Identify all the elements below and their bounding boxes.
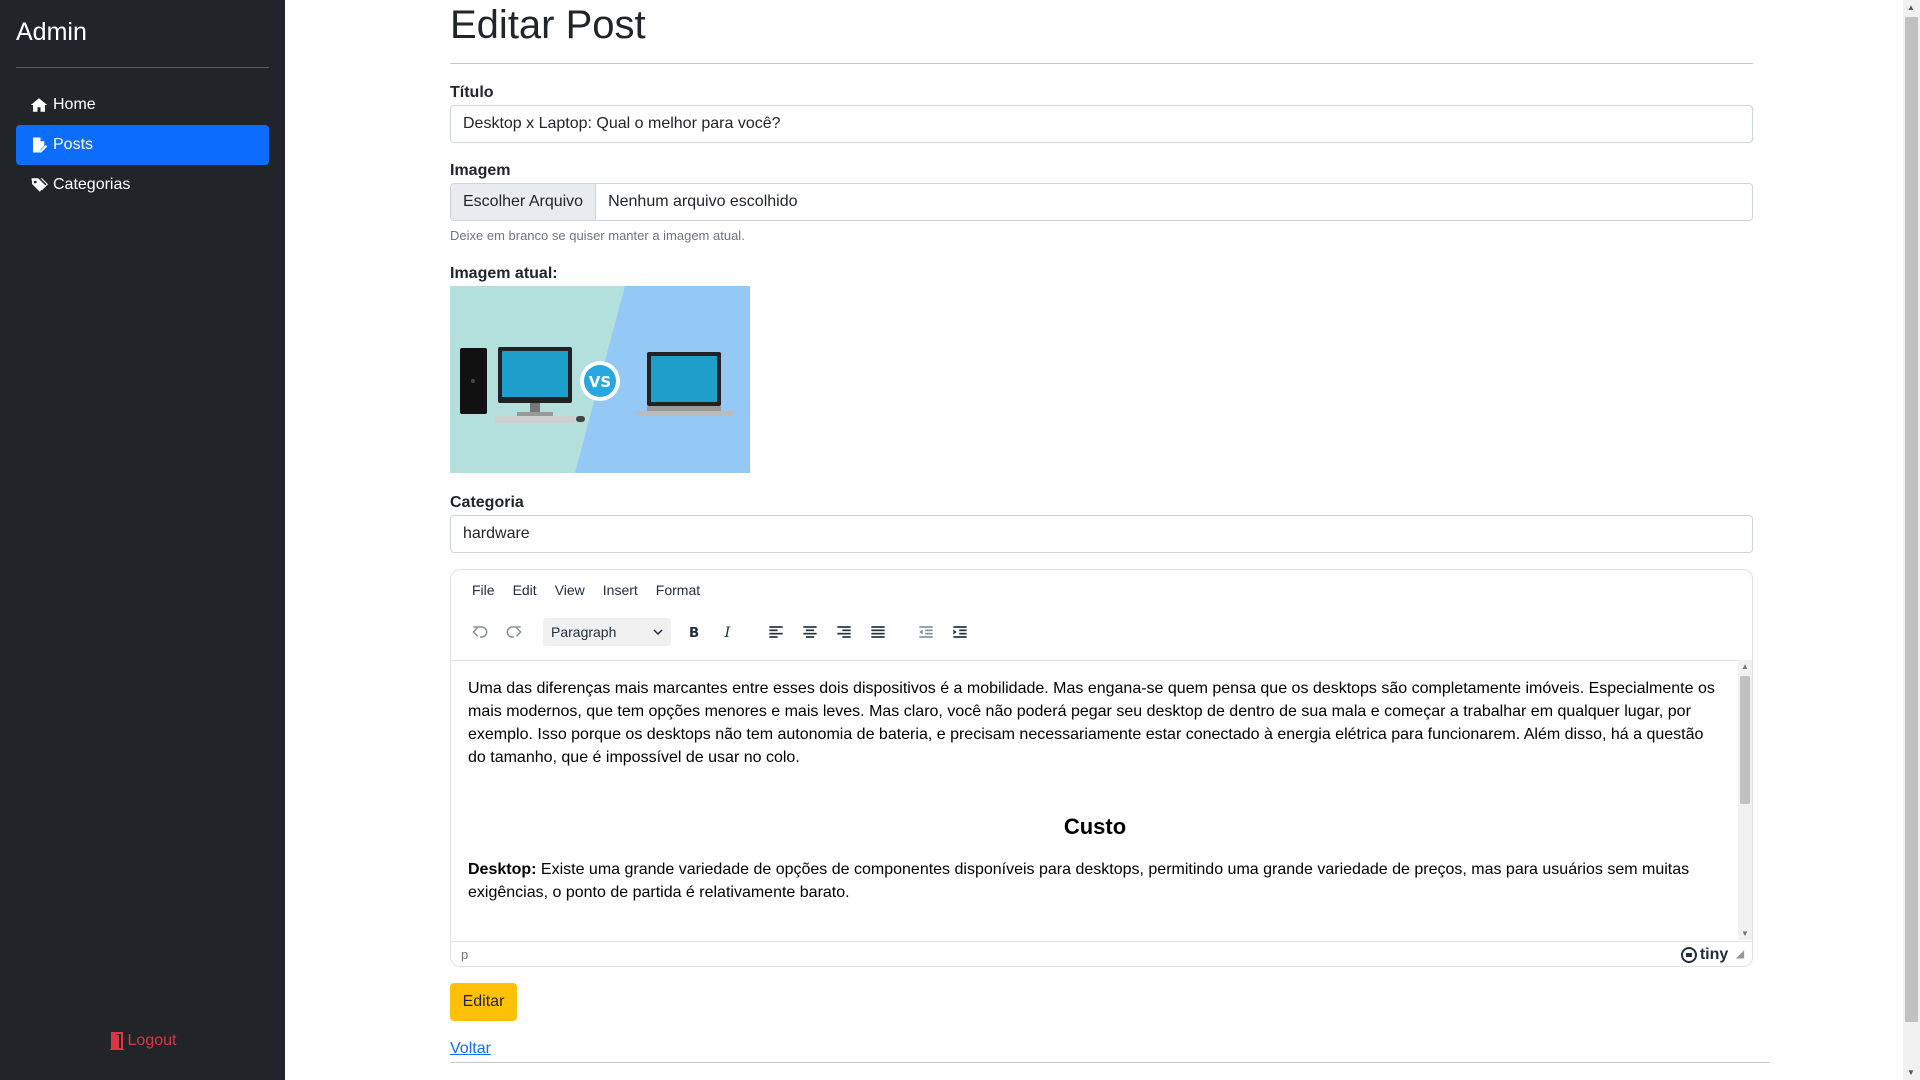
italic-button[interactable]: I: [711, 617, 745, 647]
editor-heading: Custo: [1063, 814, 1127, 839]
sidebar-item-label: Home: [53, 96, 96, 113]
tiny-logo[interactable]: tiny ◢: [1680, 945, 1744, 964]
redo-button[interactable]: [497, 617, 531, 647]
align-left-button[interactable]: [759, 617, 793, 647]
brand-title: Admin: [16, 18, 87, 46]
categoria-label: Categoria: [450, 494, 524, 511]
editor-scroll-thumb[interactable]: [1740, 676, 1750, 804]
page-scroll-down-icon[interactable]: ▼: [1907, 1068, 1915, 1077]
file-edit-icon: [33, 137, 48, 153]
editor-scrollbar[interactable]: ▲ ▼: [1738, 660, 1752, 940]
editor-paragraph: Desktop: Existe uma grande variedade de …: [468, 858, 1722, 904]
sidebar-item-posts[interactable]: Posts: [16, 125, 269, 165]
editor-statusbar: p tiny ◢: [451, 941, 1752, 966]
sidebar-item-label: Categorias: [53, 176, 131, 193]
imagem-atual-label: Imagem atual:: [450, 265, 558, 282]
page-title: Editar Post: [450, 3, 646, 47]
editor-menubar: File Edit View Insert Format: [463, 582, 709, 598]
title-divider: [450, 63, 1753, 64]
align-right-button[interactable]: [827, 617, 861, 647]
categoria-value: hardware: [463, 525, 530, 542]
scroll-down-icon[interactable]: ▼: [1741, 929, 1749, 938]
current-image: VS: [450, 286, 750, 473]
back-link[interactable]: Voltar: [450, 1040, 491, 1058]
align-justify-button[interactable]: [861, 617, 895, 647]
sidebar-item-home[interactable]: Home: [16, 85, 269, 125]
logout-label: Logout: [127, 1032, 177, 1049]
bold-icon: B: [689, 626, 699, 641]
logout-link[interactable]: Logout: [0, 1032, 285, 1050]
bold-button[interactable]: B: [677, 617, 711, 647]
editor-content[interactable]: Uma das diferenças mais marcantes entre …: [451, 660, 1739, 940]
align-right-icon: [837, 626, 851, 638]
outdent-button[interactable]: [909, 617, 943, 647]
menu-file[interactable]: File: [463, 582, 504, 598]
resize-handle-icon[interactable]: ◢: [1736, 949, 1744, 960]
sidebar-item-label: Posts: [53, 136, 94, 153]
titulo-input[interactable]: Desktop x Laptop: Qual o melhor para voc…: [450, 105, 1753, 143]
menu-format[interactable]: Format: [647, 582, 709, 598]
svg-text:I: I: [724, 625, 731, 641]
sidebar-nav: Home Posts Categorias: [16, 85, 269, 205]
outdent-icon: [919, 626, 933, 638]
home-icon: [30, 98, 48, 112]
titulo-value: Desktop x Laptop: Qual o melhor para voc…: [463, 115, 781, 132]
svg-text:B: B: [689, 626, 699, 641]
page-scroll-thumb[interactable]: [1905, 17, 1918, 1022]
bottom-divider: [450, 1062, 1770, 1063]
indent-icon: [953, 626, 967, 638]
undo-button[interactable]: [463, 617, 497, 647]
editor-paragraph: Uma das diferenças mais marcantes entre …: [468, 680, 1715, 766]
editor-toolbar: Paragraph B I: [463, 616, 977, 648]
titulo-label: Título: [450, 84, 494, 101]
paragraph-bold-lead: Desktop:: [468, 861, 537, 878]
imagem-file-input[interactable]: Escolher Arquivo Nenhum arquivo escolhid…: [450, 183, 1753, 221]
menu-edit[interactable]: Edit: [504, 582, 546, 598]
paragraph-text: Existe uma grande variedade de opções de…: [468, 861, 1690, 901]
thumb-vs-text: VS: [589, 373, 611, 391]
redo-icon: [506, 626, 522, 638]
tags-icon: [31, 178, 48, 192]
align-center-icon: [803, 626, 817, 638]
imagem-label: Imagem: [450, 162, 511, 179]
italic-icon: I: [724, 625, 731, 641]
sidebar-divider: [16, 67, 269, 68]
file-status: Nenhum arquivo escolhido: [608, 193, 798, 210]
door-icon: [109, 1032, 124, 1050]
block-format-value: Paragraph: [551, 624, 617, 640]
tiny-icon: [1680, 946, 1697, 963]
categoria-input[interactable]: hardware: [450, 515, 1753, 553]
rich-text-editor: File Edit View Insert Format Paragraph B…: [450, 569, 1753, 967]
scroll-up-icon[interactable]: ▲: [1741, 662, 1749, 671]
block-format-select[interactable]: Paragraph: [543, 618, 671, 646]
page-scrollbar[interactable]: ▲ ▼: [1903, 0, 1920, 1080]
element-path[interactable]: p: [461, 947, 468, 962]
indent-button[interactable]: [943, 617, 977, 647]
sidebar-item-categorias[interactable]: Categorias: [16, 165, 269, 205]
undo-icon: [472, 626, 488, 638]
submit-button[interactable]: Editar: [450, 983, 517, 1021]
align-justify-icon: [871, 626, 885, 638]
chevron-down-icon: [653, 629, 663, 636]
sidebar: Admin Home Posts Categorias Logout: [0, 0, 285, 1080]
imagem-help-text: Deixe em branco se quiser manter a image…: [450, 228, 745, 243]
menu-insert[interactable]: Insert: [594, 582, 647, 598]
choose-file-button[interactable]: Escolher Arquivo: [451, 184, 597, 220]
align-left-icon: [769, 626, 783, 638]
menu-view[interactable]: View: [546, 582, 594, 598]
page-scroll-up-icon[interactable]: ▲: [1907, 3, 1915, 12]
align-center-button[interactable]: [793, 617, 827, 647]
tiny-brand-text: tiny: [1699, 945, 1729, 963]
